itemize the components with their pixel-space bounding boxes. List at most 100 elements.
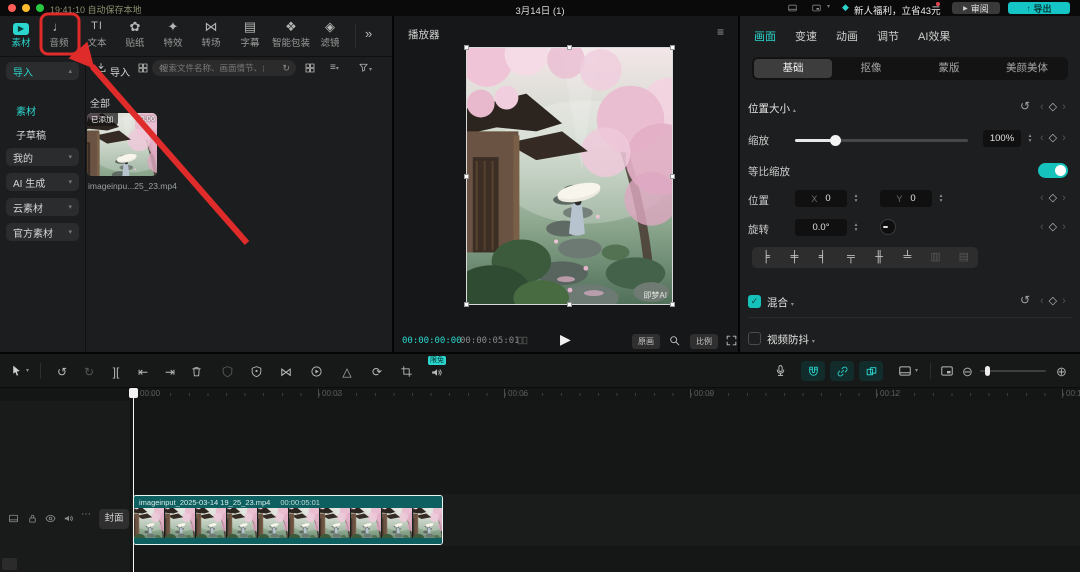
position-x-field[interactable]: X0 [795, 190, 847, 207]
view-grid-icon[interactable] [304, 62, 316, 74]
layout-right-icon[interactable] [810, 3, 823, 13]
mirror-icon[interactable]: ⋈ [278, 363, 294, 381]
delete-icon[interactable] [190, 365, 203, 378]
timeline-ruler[interactable]: 00:00 00:03 00:06 00:09 00:12 00:15 [0, 388, 1080, 401]
undo-icon[interactable]: ↺ [54, 363, 70, 381]
track-view-icon[interactable] [898, 364, 912, 378]
ribbon-tab-media[interactable]: ▶ 素材 [2, 18, 40, 56]
adapt-timeline-icon[interactable] [940, 364, 954, 378]
linkage-toggle[interactable] [830, 361, 854, 381]
import-button[interactable]: 导入 [110, 64, 130, 79]
tab-adjust[interactable]: 调节 [877, 28, 899, 44]
selection-handle[interactable] [567, 302, 572, 307]
rotate-icon[interactable]: ⟳ [369, 363, 385, 381]
nav-ai-group[interactable]: AI 生成 ▾ [6, 173, 79, 191]
subtab-beauty[interactable]: 美颜美体 [988, 59, 1066, 78]
media-thumbnail[interactable]: 已添加 00:06 [87, 113, 157, 176]
split-left-icon[interactable]: ⇤ [135, 363, 151, 381]
preview-zoom-icon[interactable] [668, 334, 681, 347]
original-quality-button[interactable]: 原画 [632, 334, 660, 349]
nav-import-group[interactable]: 导入 ▴ [6, 62, 79, 80]
timeline-clip[interactable]: imageinput_2025-03-14 19_25_23.mp4 00:00… [133, 495, 443, 545]
keyframe-control[interactable]: ‹◇› [1040, 100, 1066, 113]
blend-checkbox[interactable]: ✓ [748, 295, 761, 308]
preview-axis-toggle[interactable] [859, 361, 883, 381]
nav-item-subdraft[interactable]: 子草稿 [16, 127, 46, 142]
keyframe-control[interactable]: ‹◇› [1040, 191, 1066, 204]
scale-slider-thumb[interactable] [830, 135, 841, 146]
select-tool-chevron-icon[interactable]: ▾ [26, 367, 29, 374]
minimize-window-button[interactable] [22, 4, 30, 12]
position-y-stepper[interactable]: ▴▾ [935, 190, 947, 207]
export-button[interactable]: ↑ 导出 [1008, 2, 1070, 14]
rotation-knob[interactable] [880, 219, 896, 235]
sort-icon[interactable]: ≡▾ [330, 62, 339, 73]
selection-handle[interactable] [464, 45, 469, 50]
align-top-icon[interactable]: ╤ [837, 247, 865, 268]
play-button[interactable]: ▶ [560, 331, 571, 348]
scale-slider[interactable] [795, 139, 968, 142]
nav-item-material[interactable]: 素材 [16, 103, 36, 118]
ribbon-more-button[interactable]: » [365, 26, 372, 41]
timeline-zoom-slider[interactable] [980, 370, 1046, 372]
keyframe-diamond-icon[interactable]: ◇ [1049, 100, 1057, 113]
selection-handle[interactable] [567, 45, 572, 50]
split-right-icon[interactable]: ⇥ [162, 363, 178, 381]
chevron-down-icon[interactable]: ▾ [827, 3, 830, 10]
filter-icon[interactable]: ▾ [358, 62, 372, 74]
more-options-icon[interactable]: ⋯ [81, 509, 91, 520]
lock-track-icon[interactable] [27, 513, 38, 524]
reverse-icon[interactable] [310, 365, 323, 378]
timeline-zoom-thumb[interactable] [985, 366, 990, 376]
split-icon[interactable]: ][ [108, 363, 124, 381]
section-position-size[interactable]: 位置大小 ▴ [748, 101, 796, 116]
selection-handle[interactable] [670, 45, 675, 50]
tab-ai-effects[interactable]: AI效果 [918, 28, 950, 44]
subtab-mask[interactable]: 蒙版 [910, 59, 988, 78]
cover-button[interactable]: 封面 [99, 509, 129, 529]
crop-icon[interactable] [400, 365, 413, 378]
zoom-in-icon[interactable]: ⊕ [1056, 364, 1067, 380]
selection-handle[interactable] [464, 302, 469, 307]
nav-mine-group[interactable]: 我的 ▾ [6, 148, 79, 166]
ribbon-tab-effects[interactable]: ✦ 特效 [154, 18, 192, 56]
stabilize-checkbox[interactable] [748, 332, 761, 345]
rotation-stepper[interactable]: ▴▾ [850, 219, 862, 236]
keyframe-control[interactable]: ‹◇› [1040, 294, 1066, 307]
subtab-basic[interactable]: 基础 [754, 59, 832, 78]
audio-effect-icon[interactable] [430, 366, 443, 379]
align-center-horizontal-icon[interactable]: ╪ [780, 247, 808, 268]
tab-animation[interactable]: 动画 [836, 28, 858, 44]
tab-speed[interactable]: 变速 [795, 28, 817, 44]
hide-track-icon[interactable] [45, 513, 56, 524]
align-right-icon[interactable]: ╡ [809, 247, 837, 268]
warning-icon[interactable]: △ [339, 363, 355, 381]
ribbon-tab-filters[interactable]: ◈ 滤镜 [311, 18, 349, 56]
layout-bottom-icon[interactable] [786, 3, 799, 13]
subtab-cutout[interactable]: 抠像 [832, 59, 910, 78]
ribbon-tab-transition[interactable]: ⋈ 转场 [192, 18, 230, 56]
selection-handle[interactable] [670, 174, 675, 179]
track-view-chevron-icon[interactable]: ▾ [915, 367, 918, 374]
keyframe-control[interactable]: ‹◇› [1040, 220, 1066, 233]
ribbon-tab-smart-pack[interactable]: ❖ 智能包装 [268, 18, 314, 56]
search-input[interactable] [158, 62, 266, 74]
close-window-button[interactable] [8, 4, 16, 12]
nav-official-group[interactable]: 官方素材 ▾ [6, 223, 79, 241]
tab-canvas[interactable]: 画面 [754, 28, 776, 44]
refresh-icon[interactable]: ↻ [282, 63, 290, 74]
selection-handle[interactable] [670, 302, 675, 307]
video-viewport[interactable]: 即梦AI [466, 47, 673, 305]
ribbon-tab-captions[interactable]: ▤ 字幕 [231, 18, 269, 56]
stabilize-label[interactable]: 视频防抖 ▾ [767, 332, 815, 347]
player-menu-icon[interactable]: ≡ [717, 25, 724, 39]
scale-stepper[interactable]: ▴▾ [1024, 130, 1036, 147]
keyframe-control[interactable]: ‹◇› [1040, 131, 1066, 144]
position-y-field[interactable]: Y0 [880, 190, 932, 207]
review-button[interactable]: ▶ 审阅 [952, 2, 1000, 14]
align-center-vertical-icon[interactable]: ╫ [865, 247, 893, 268]
aspect-ratio-button[interactable]: 比例 [690, 334, 718, 349]
position-x-stepper[interactable]: ▴▾ [850, 190, 862, 207]
material-library-icon[interactable] [137, 62, 149, 74]
preview-frames-icon[interactable] [516, 334, 529, 347]
